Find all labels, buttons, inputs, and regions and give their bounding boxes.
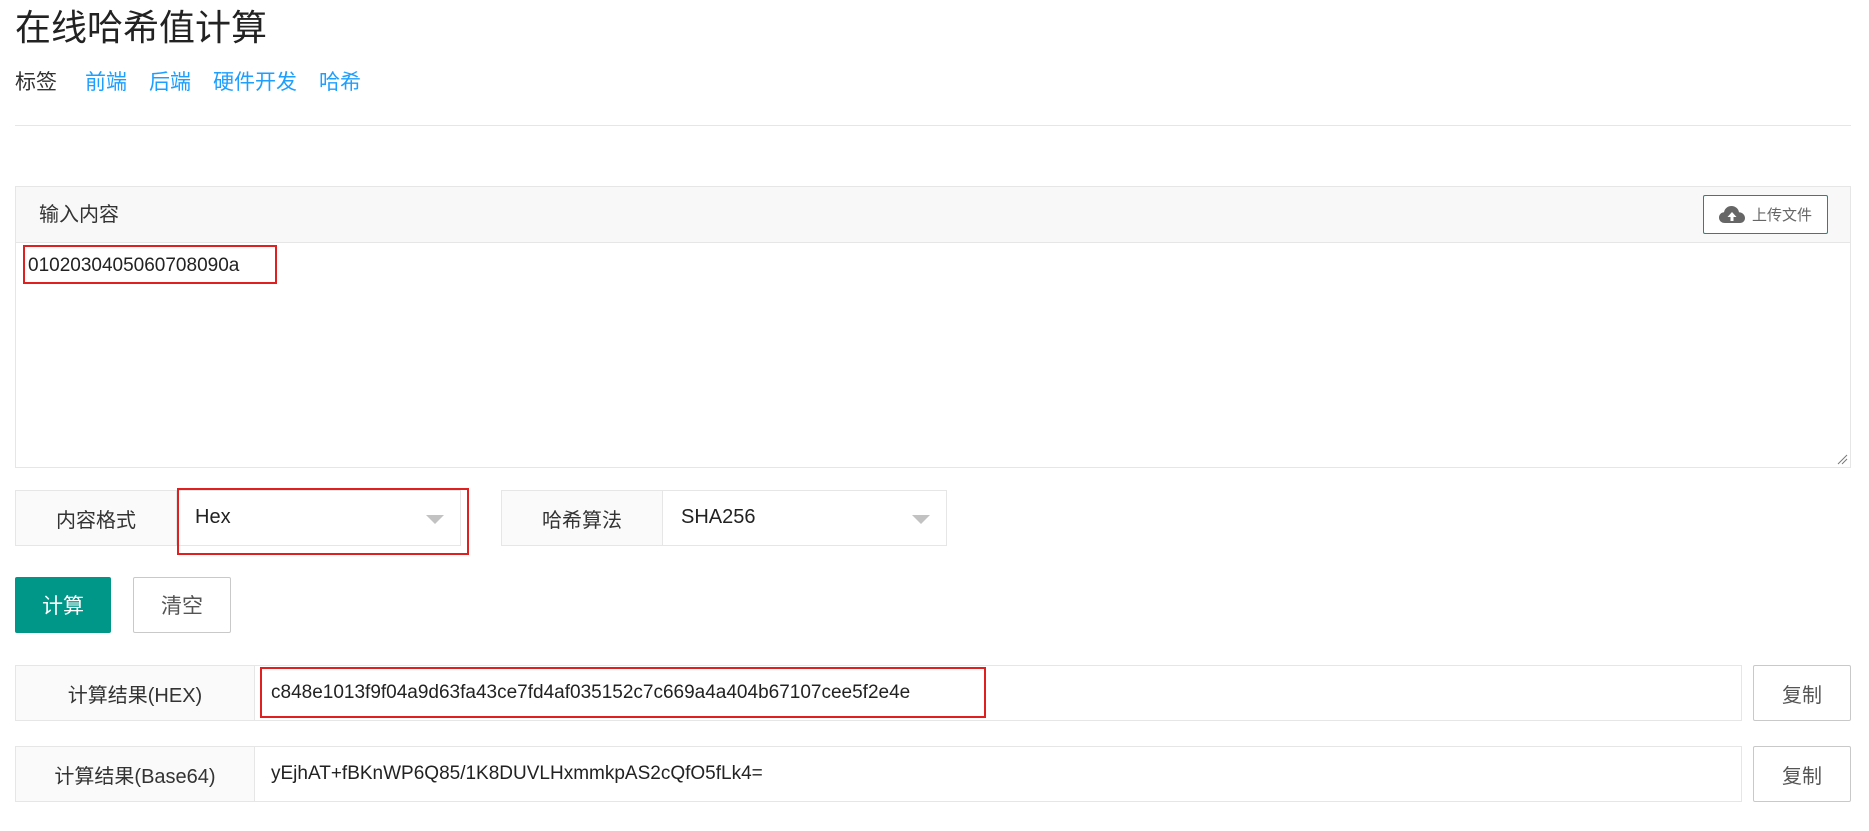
hash-algorithm-value: SHA256: [681, 506, 756, 528]
result-hex-field[interactable]: c848e1013f9f04a9d63fa43ce7fd4af035152c7c…: [255, 665, 1742, 721]
upload-file-button[interactable]: 上传文件: [1703, 195, 1828, 234]
tag-list: 标签 前端 后端 硬件开发 哈希: [15, 68, 383, 98]
clear-button[interactable]: 清空: [133, 577, 231, 633]
page-title: 在线哈希值计算: [15, 7, 268, 48]
result-hex-label: 计算结果(HEX): [15, 665, 255, 721]
hash-algorithm-label: 哈希算法: [501, 490, 663, 546]
input-content-value: 0102030405060708090a: [28, 255, 240, 276]
input-content-textarea[interactable]: 0102030405060708090a: [16, 243, 1850, 467]
content-format-select[interactable]: Hex: [177, 490, 461, 546]
chevron-down-icon: [426, 515, 444, 524]
result-hex-row: 计算结果(HEX) c848e1013f9f04a9d63fa43ce7fd4a…: [15, 665, 1851, 721]
header-divider: [15, 125, 1851, 126]
content-format-value: Hex: [195, 506, 231, 528]
input-panel: 输入内容 上传文件 0102030405060708090a: [15, 186, 1851, 468]
hash-algorithm-group: 哈希算法 SHA256: [501, 490, 947, 546]
tag-link-hardware[interactable]: 硬件开发: [213, 68, 297, 98]
input-panel-header: 输入内容 上传文件: [16, 187, 1850, 243]
tag-link-hash[interactable]: 哈希: [319, 68, 361, 98]
hash-algorithm-select[interactable]: SHA256: [663, 490, 947, 546]
result-base64-field[interactable]: yEjhAT+fBKnWP6Q85/1K8DUVLHxmmkpAS2cQfO5f…: [255, 746, 1742, 802]
tag-link-frontend[interactable]: 前端: [85, 68, 127, 98]
result-base64-value: yEjhAT+fBKnWP6Q85/1K8DUVLHxmmkpAS2cQfO5f…: [271, 763, 763, 784]
cloud-upload-icon: [1718, 205, 1745, 223]
compute-button[interactable]: 计算: [15, 577, 111, 633]
tag-link-backend[interactable]: 后端: [149, 68, 191, 98]
result-base64-label: 计算结果(Base64): [15, 746, 255, 802]
input-panel-title: 输入内容: [39, 204, 119, 226]
content-format-group: 内容格式 Hex: [15, 490, 461, 546]
copy-base64-button[interactable]: 复制: [1753, 746, 1851, 802]
copy-hex-button[interactable]: 复制: [1753, 665, 1851, 721]
tags-label: 标签: [15, 71, 57, 94]
resize-grip-icon[interactable]: [1836, 453, 1848, 465]
result-hex-value: c848e1013f9f04a9d63fa43ce7fd4af035152c7c…: [271, 682, 911, 703]
result-base64-row: 计算结果(Base64) yEjhAT+fBKnWP6Q85/1K8DUVLHx…: [15, 746, 1851, 802]
content-format-label: 内容格式: [15, 490, 177, 546]
upload-file-label: 上传文件: [1751, 207, 1812, 224]
chevron-down-icon: [912, 515, 930, 524]
